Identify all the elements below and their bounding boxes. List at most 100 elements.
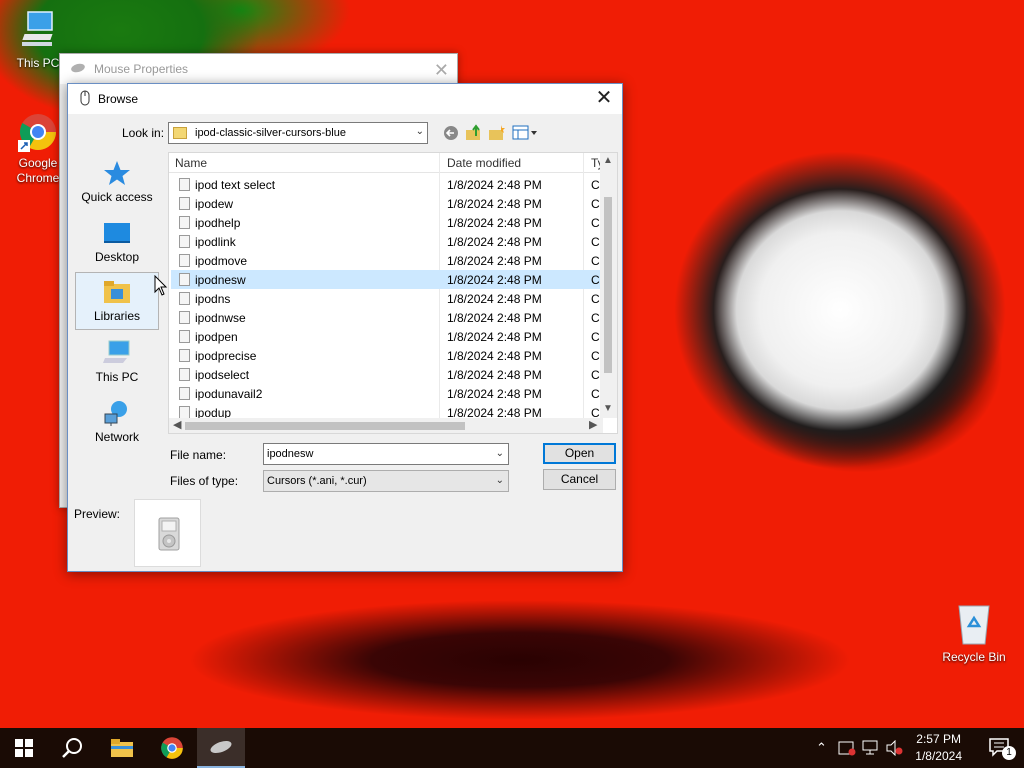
chevron-down-icon[interactable]: ⌄ — [496, 448, 504, 459]
file-row[interactable]: ipodprecise 1/8/2024 2:48 PM Cu — [171, 346, 606, 365]
file-icon — [179, 254, 190, 267]
scroll-up-icon[interactable]: ▲ — [603, 155, 613, 166]
column-header-name[interactable]: Name — [175, 156, 207, 170]
scroll-down-icon[interactable]: ▼ — [603, 403, 613, 414]
clock-time: 2:57 PM — [916, 732, 961, 746]
chevron-up-icon[interactable]: ⌃ — [816, 740, 827, 756]
place-label: Network — [94, 430, 139, 444]
dialog-title: Browse — [98, 92, 139, 106]
file-icon — [179, 178, 190, 191]
file-explorer-button[interactable] — [98, 728, 146, 768]
chrome-taskbar-button[interactable] — [148, 728, 196, 768]
mouse-pointer-icon — [154, 274, 168, 300]
files-of-type-dropdown[interactable]: Cursors (*.ani, *.cur) ⌄ — [263, 470, 509, 492]
close-button[interactable]: ✕ — [592, 87, 616, 111]
column-header-date-modified[interactable]: Date modified — [447, 156, 521, 170]
place-this-pc[interactable]: This PC — [75, 334, 159, 392]
horizontal-scrollbar[interactable]: ◀ ▶ — [169, 418, 603, 433]
file-list-header: Name ^ Date modified Ty — [169, 152, 605, 419]
desktop-icon-label: Recycle Bin — [942, 650, 1006, 664]
search-button[interactable] — [48, 728, 96, 768]
mouse-properties-taskbar-button[interactable] — [197, 728, 245, 768]
system-clock[interactable]: 2:57 PM 1/8/2024 — [915, 731, 962, 765]
chevron-down-icon: ⌄ — [495, 475, 504, 486]
file-row[interactable]: ipodew 1/8/2024 2:48 PM Cu — [171, 194, 606, 213]
open-button[interactable]: Open — [543, 443, 616, 464]
scroll-right-icon[interactable]: ▶ — [589, 418, 597, 431]
place-libraries[interactable]: Libraries — [75, 272, 159, 330]
file-icon — [179, 273, 190, 286]
desktop-icon — [103, 220, 131, 246]
close-button[interactable]: ✕ — [434, 60, 449, 81]
up-folder-button[interactable] — [465, 124, 483, 142]
window-title: Mouse Properties — [94, 62, 189, 76]
cancel-button[interactable]: Cancel — [543, 469, 616, 490]
file-row-selected[interactable]: ipodnesw 1/8/2024 2:48 PM Cu — [171, 270, 606, 289]
look-in-dropdown[interactable]: ipod-classic-silver-cursors-blue ⌄ — [168, 122, 428, 144]
file-list[interactable]: Name ^ Date modified Ty ipod text select… — [168, 152, 618, 434]
file-row[interactable]: ipod text select 1/8/2024 2:48 PM Cu — [171, 175, 606, 194]
chrome-icon — [18, 112, 58, 152]
computer-icon — [18, 8, 58, 52]
start-button[interactable] — [0, 728, 48, 768]
file-row[interactable]: ipodselect 1/8/2024 2:48 PM Cu — [171, 365, 606, 384]
file-row[interactable]: ipodlink 1/8/2024 2:48 PM Cu — [171, 232, 606, 251]
desktop-icon-recycle-bin[interactable]: Recycle Bin — [938, 600, 1010, 664]
taskbar: ⌃ 2:57 PM 1/8/2024 1 — [0, 728, 1024, 768]
file-name-label: File name: — [170, 448, 227, 462]
computer-icon — [103, 340, 131, 366]
scrollbar-thumb[interactable] — [604, 197, 612, 373]
file-row[interactable]: ipodunavail2 1/8/2024 2:48 PM Cu — [171, 384, 606, 403]
browse-dialog[interactable]: Browse ✕ Look in: ipod-classic-silver-cu… — [67, 83, 623, 572]
mouse-properties-titlebar[interactable]: Mouse Properties — [60, 54, 457, 84]
file-row[interactable]: ipodns 1/8/2024 2:48 PM Cu — [171, 289, 606, 308]
network-icon[interactable] — [862, 740, 880, 759]
place-network[interactable]: Network — [75, 394, 159, 452]
place-desktop[interactable]: Desktop — [75, 214, 159, 272]
file-icon — [179, 349, 190, 362]
file-row[interactable]: ipodpen 1/8/2024 2:48 PM Cu — [171, 327, 606, 346]
up-folder-icon — [466, 124, 480, 140]
vertical-scrollbar[interactable]: ▲ ▼ — [600, 153, 617, 418]
windows-logo-icon — [15, 739, 33, 757]
notification-center-button[interactable]: 1 — [976, 728, 1024, 768]
notification-count-badge: 1 — [1002, 746, 1016, 760]
ipod-cursor-icon — [158, 517, 180, 551]
chevron-down-icon: ⌄ — [415, 126, 424, 137]
desktop-icon-label: Google Chrome — [16, 156, 60, 185]
file-icon — [179, 311, 190, 324]
view-grid-icon — [512, 125, 537, 140]
file-row[interactable]: ipodnwse 1/8/2024 2:48 PM Cu — [171, 308, 606, 327]
recycle-bin-icon — [954, 600, 994, 646]
network-icon — [103, 400, 131, 426]
place-quick-access[interactable]: Quick access — [75, 154, 159, 212]
security-icon[interactable] — [838, 740, 856, 759]
scrollbar-thumb[interactable] — [185, 422, 465, 430]
file-row[interactable]: ipodmove 1/8/2024 2:48 PM Cu — [171, 251, 606, 270]
back-button[interactable] — [442, 124, 460, 142]
place-label: Desktop — [94, 250, 140, 264]
files-of-type-label: Files of type: — [170, 474, 239, 488]
scroll-left-icon[interactable]: ◀ — [173, 418, 181, 431]
file-explorer-icon — [111, 739, 133, 757]
mouse-icon — [70, 62, 86, 76]
place-label: Quick access — [81, 190, 153, 204]
cursor-preview — [134, 499, 201, 567]
sort-up-icon: ^ — [303, 152, 308, 158]
file-row[interactable]: ipodhelp 1/8/2024 2:48 PM Cu — [171, 213, 606, 232]
star-icon — [103, 160, 131, 186]
volume-muted-icon[interactable] — [886, 739, 904, 759]
file-icon — [179, 292, 190, 305]
look-in-label: Look in: — [122, 126, 165, 140]
search-icon — [62, 738, 82, 758]
back-arrow-icon — [444, 126, 458, 140]
file-icon — [179, 330, 190, 343]
place-label: This PC — [95, 370, 139, 384]
browse-titlebar[interactable]: Browse ✕ — [68, 84, 622, 114]
view-menu-button[interactable] — [512, 124, 538, 142]
file-name-input[interactable]: ipodnesw ⌄ — [263, 443, 509, 465]
look-in-value: ipod-classic-silver-cursors-blue — [195, 127, 346, 139]
mouse-icon — [210, 740, 232, 754]
places-bar: Quick access Desktop Libraries This PC N… — [74, 150, 162, 444]
new-folder-button[interactable] — [488, 124, 506, 142]
